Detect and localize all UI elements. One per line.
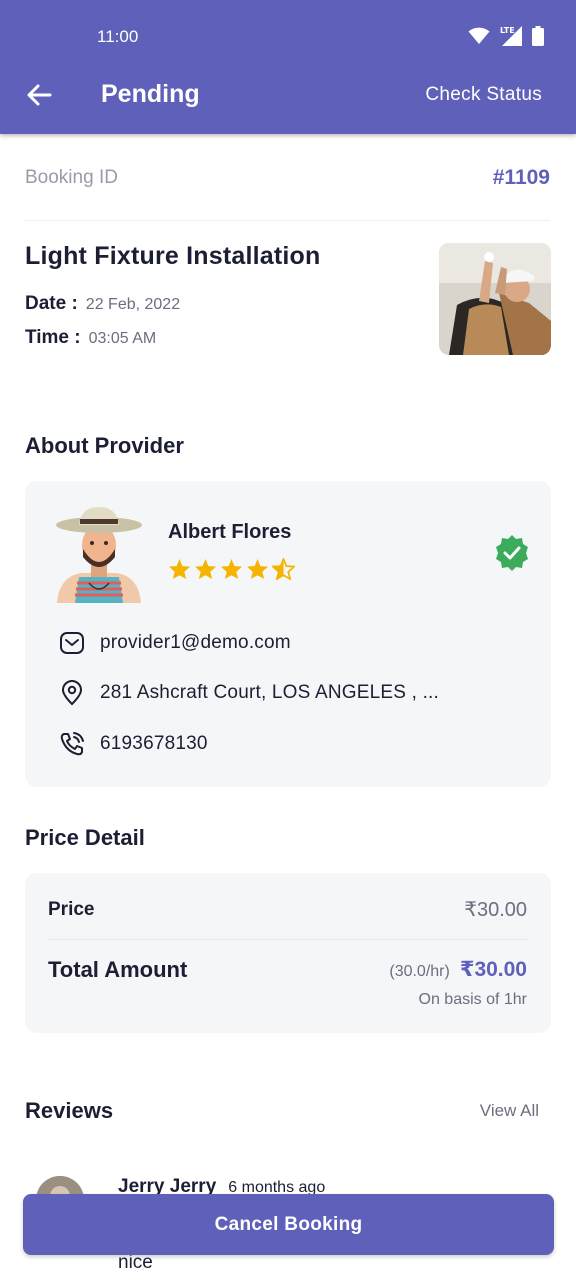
provider-name: Albert Flores bbox=[168, 521, 292, 543]
booking-id-label: Booking ID bbox=[25, 167, 118, 188]
phone-icon bbox=[60, 732, 84, 756]
phone-row[interactable]: 6193678130 bbox=[59, 731, 208, 757]
date-label: Date : bbox=[25, 293, 78, 314]
price-detail-title: Price Detail bbox=[25, 825, 145, 850]
hourly-rate: (30.0/hr) bbox=[389, 963, 450, 980]
status-icons: LTE bbox=[468, 25, 544, 47]
service-image bbox=[439, 243, 551, 355]
star-icon bbox=[194, 558, 217, 580]
divider bbox=[25, 220, 550, 221]
service-name: Light Fixture Installation bbox=[25, 242, 321, 270]
provider-avatar bbox=[53, 503, 145, 603]
provider-phone: 6193678130 bbox=[100, 733, 208, 754]
time-value: 03:05 AM bbox=[88, 330, 157, 347]
verified-badge-icon bbox=[496, 535, 528, 571]
time-row: Time : 03:05 AM bbox=[25, 327, 156, 349]
provider-address: 281 Ashcraft Court, LOS ANGELES , ... bbox=[100, 682, 439, 703]
email-row[interactable]: provider1@demo.com bbox=[59, 630, 291, 656]
battery-icon bbox=[532, 26, 544, 46]
svg-text:LTE: LTE bbox=[500, 26, 515, 35]
status-time: 11:00 bbox=[97, 27, 139, 46]
cancel-booking-button[interactable]: Cancel Booking bbox=[23, 1194, 554, 1255]
date-value: 22 Feb, 2022 bbox=[85, 296, 181, 313]
address-row[interactable]: 281 Ashcraft Court, LOS ANGELES , ... bbox=[59, 680, 439, 706]
cellular-signal-icon: LTE bbox=[500, 26, 522, 46]
provider-email: provider1@demo.com bbox=[100, 632, 291, 653]
date-row: Date : 22 Feb, 2022 bbox=[25, 293, 180, 315]
booking-id-value: #1109 bbox=[492, 166, 550, 189]
wifi-icon bbox=[468, 27, 490, 44]
star-icon bbox=[168, 558, 191, 580]
total-amount-value: ₹30.00 bbox=[459, 958, 527, 981]
provider-card[interactable]: Albert Flores provider1@demo.com 281 Ash… bbox=[25, 481, 551, 787]
check-status-button[interactable]: Check Status bbox=[425, 84, 542, 106]
about-provider-title: About Provider bbox=[25, 433, 184, 458]
total-amount: (30.0/hr) ₹30.00 bbox=[389, 957, 527, 982]
booking-id-row: Booking ID #1109 bbox=[25, 166, 550, 190]
price-basis: On basis of 1hr bbox=[418, 991, 528, 1008]
price-label: Price bbox=[48, 899, 95, 920]
star-icon bbox=[246, 558, 269, 580]
app-bar: 11:00 LTE Pending Check Status bbox=[0, 0, 576, 134]
rating-stars bbox=[168, 558, 295, 580]
arrow-left-icon bbox=[27, 84, 52, 106]
view-all-reviews-link[interactable]: View All bbox=[480, 1101, 539, 1121]
price-value: ₹30.00 bbox=[464, 899, 527, 921]
star-icon bbox=[220, 558, 243, 580]
location-pin-icon bbox=[61, 680, 83, 706]
time-label: Time : bbox=[25, 327, 81, 348]
back-button[interactable] bbox=[22, 78, 56, 112]
price-card: Price ₹30.00 Total Amount (30.0/hr) ₹30.… bbox=[25, 873, 551, 1033]
mail-icon bbox=[60, 632, 84, 654]
reviews-title: Reviews bbox=[25, 1098, 114, 1123]
total-amount-label: Total Amount bbox=[48, 957, 188, 982]
half-star-icon bbox=[272, 558, 295, 580]
review-text: nice bbox=[118, 1252, 153, 1273]
divider bbox=[47, 939, 529, 940]
page-title: Pending bbox=[101, 80, 200, 108]
